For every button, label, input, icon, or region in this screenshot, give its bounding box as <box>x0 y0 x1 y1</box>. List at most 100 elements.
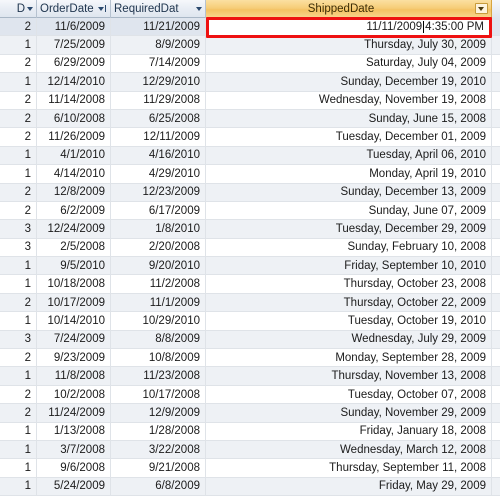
cell-shippeddate[interactable]: Wednesday, November 19, 2008 <box>206 91 492 109</box>
cell-next-partial[interactable] <box>492 220 500 238</box>
cell-shippeddate[interactable]: Thursday, July 30, 2009 <box>206 36 492 54</box>
cell-requireddate[interactable]: 12/11/2009 <box>111 128 206 146</box>
cell-id[interactable]: 1 <box>0 477 37 496</box>
cell-shippeddate[interactable]: Monday, September 28, 2009 <box>206 349 492 367</box>
table-row[interactable]: 1 12/14/2010 12/29/2010 Sunday, December 19… <box>0 73 500 92</box>
cell-requireddate[interactable]: 12/9/2009 <box>111 404 206 422</box>
cell-requireddate[interactable]: 10/29/2010 <box>111 312 206 330</box>
cell-next-partial[interactable] <box>492 330 500 349</box>
cell-shippeddate-editing[interactable]: 11/11/2009 4:35:00 PM <box>206 18 492 36</box>
cell-id[interactable]: 2 <box>0 349 37 367</box>
cell-id[interactable]: 1 <box>0 440 37 459</box>
cell-shippeddate[interactable]: Friday, September 10, 2010 <box>206 257 492 275</box>
table-row[interactable]: 2 11/6/2009 11/21/2009 11/11/2009 4:35:00 P… <box>0 18 500 37</box>
cell-requireddate[interactable]: 12/29/2010 <box>111 73 206 91</box>
cell-orderdate[interactable]: 7/25/2009 <box>37 36 111 54</box>
column-header-requireddate[interactable]: RequiredDat <box>111 0 206 18</box>
table-row[interactable]: 2 10/17/2009 11/1/2009 Thursday, October 22… <box>0 293 500 313</box>
cell-next-partial[interactable] <box>492 440 500 459</box>
cell-orderdate[interactable]: 11/14/2008 <box>37 91 111 109</box>
cell-orderdate[interactable]: 4/14/2010 <box>37 165 111 183</box>
chevron-down-icon[interactable] <box>196 5 202 13</box>
table-row[interactable]: 3 12/24/2009 1/8/2010 Tuesday, December 29,… <box>0 220 500 239</box>
table-row[interactable]: 1 10/18/2008 11/2/2008 Thursday, October 23… <box>0 275 500 294</box>
cell-shippeddate[interactable]: Tuesday, December 01, 2009 <box>206 128 492 146</box>
table-row[interactable]: 1 9/6/2008 9/21/2008 Thursday, September 11… <box>0 459 500 478</box>
sort-descending-icon[interactable] <box>96 4 107 15</box>
cell-id[interactable]: 3 <box>0 330 37 349</box>
cell-requireddate[interactable]: 1/28/2008 <box>111 422 206 440</box>
cell-id[interactable]: 2 <box>0 293 37 312</box>
cell-requireddate[interactable]: 1/8/2010 <box>111 220 206 238</box>
cell-next-partial[interactable] <box>492 257 500 275</box>
table-row[interactable]: 1 9/5/2010 9/20/2010 Friday, September 10, … <box>0 257 500 276</box>
cell-requireddate[interactable]: 6/25/2008 <box>111 109 206 128</box>
cell-orderdate[interactable]: 11/26/2009 <box>37 128 111 146</box>
cell-orderdate[interactable]: 10/14/2010 <box>37 312 111 330</box>
cell-shippeddate[interactable]: Tuesday, October 19, 2010 <box>206 312 492 330</box>
table-row[interactable]: 3 7/24/2009 8/8/2009 Wednesday, July 29, 20… <box>0 330 500 350</box>
cell-shippeddate[interactable]: Friday, January 18, 2008 <box>206 422 492 440</box>
cell-shippeddate[interactable]: Saturday, July 04, 2009 <box>206 54 492 73</box>
cell-requireddate[interactable]: 4/29/2010 <box>111 165 206 183</box>
cell-orderdate[interactable]: 6/10/2008 <box>37 109 111 128</box>
cell-next-partial[interactable] <box>492 36 500 54</box>
cell-orderdate[interactable]: 12/24/2009 <box>37 220 111 238</box>
cell-shippeddate[interactable]: Tuesday, December 29, 2009 <box>206 220 492 238</box>
cell-orderdate[interactable]: 7/24/2009 <box>37 330 111 349</box>
cell-shippeddate[interactable]: Monday, April 19, 2010 <box>206 165 492 183</box>
cell-orderdate[interactable]: 1/13/2008 <box>37 422 111 440</box>
cell-next-partial[interactable] <box>492 109 500 128</box>
chevron-down-icon[interactable] <box>27 5 33 13</box>
table-row[interactable]: 2 6/29/2009 7/14/2009 Saturday, July 04, 20… <box>0 54 500 74</box>
cell-id[interactable]: 1 <box>0 312 37 330</box>
cell-requireddate[interactable]: 8/8/2009 <box>111 330 206 349</box>
cell-shippeddate[interactable]: Thursday, September 11, 2008 <box>206 459 492 477</box>
cell-requireddate[interactable]: 11/2/2008 <box>111 275 206 293</box>
cell-id[interactable]: 2 <box>0 128 37 146</box>
cell-id[interactable]: 1 <box>0 73 37 91</box>
cell-orderdate[interactable]: 9/23/2009 <box>37 349 111 367</box>
column-header-id[interactable]: D <box>0 0 37 18</box>
cell-requireddate[interactable]: 4/16/2010 <box>111 146 206 165</box>
table-row[interactable]: 1 11/8/2008 11/23/2008 Thursday, November 1… <box>0 367 500 386</box>
cell-orderdate[interactable]: 9/6/2008 <box>37 459 111 477</box>
cell-next-partial[interactable] <box>492 477 500 496</box>
table-row[interactable]: 2 11/14/2008 11/29/2008 Wednesday, November… <box>0 91 500 110</box>
table-row[interactable]: 2 11/26/2009 12/11/2009 Tuesday, December 0… <box>0 128 500 147</box>
filter-dropdown-icon[interactable] <box>475 2 488 16</box>
cell-id[interactable]: 1 <box>0 459 37 477</box>
cell-id[interactable]: 2 <box>0 404 37 422</box>
table-row[interactable]: 1 5/24/2009 6/8/2009 Friday, May 29, 2009 <box>0 477 500 497</box>
cell-next-partial[interactable] <box>492 422 500 440</box>
cell-requireddate[interactable]: 11/29/2008 <box>111 91 206 109</box>
cell-id[interactable]: 2 <box>0 385 37 404</box>
column-header-orderdate[interactable]: OrderDate <box>37 0 111 18</box>
cell-id[interactable]: 3 <box>0 220 37 238</box>
cell-id[interactable]: 2 <box>0 54 37 73</box>
cell-next-partial[interactable] <box>492 238 500 257</box>
cell-id[interactable]: 2 <box>0 201 37 220</box>
cell-orderdate[interactable]: 3/7/2008 <box>37 440 111 459</box>
cell-next-partial[interactable] <box>492 91 500 109</box>
cell-next-partial[interactable] <box>492 349 500 367</box>
table-row[interactable]: 2 12/8/2009 12/23/2009 Sunday, December 13,… <box>0 183 500 202</box>
cell-id[interactable]: 2 <box>0 109 37 128</box>
cell-shippeddate[interactable]: Tuesday, April 06, 2010 <box>206 146 492 165</box>
table-row[interactable]: 1 3/7/2008 3/22/2008 Wednesday, March 12, 2… <box>0 440 500 460</box>
cell-requireddate[interactable]: 12/23/2009 <box>111 183 206 201</box>
cell-id[interactable]: 2 <box>0 91 37 109</box>
cell-id[interactable]: 1 <box>0 257 37 275</box>
cell-orderdate[interactable]: 11/6/2009 <box>37 18 111 36</box>
cell-next-partial[interactable] <box>492 54 500 73</box>
cell-requireddate[interactable]: 8/9/2009 <box>111 36 206 54</box>
cell-orderdate[interactable]: 11/24/2009 <box>37 404 111 422</box>
cell-orderdate[interactable]: 12/14/2010 <box>37 73 111 91</box>
cell-shippeddate[interactable]: Sunday, February 10, 2008 <box>206 238 492 257</box>
cell-next-partial[interactable] <box>492 385 500 404</box>
cell-id[interactable]: 1 <box>0 146 37 165</box>
cell-shippeddate[interactable]: Sunday, December 19, 2010 <box>206 73 492 91</box>
table-row[interactable]: 2 6/10/2008 6/25/2008 Sunday, June 15, 2008 <box>0 109 500 129</box>
table-row[interactable]: 2 6/2/2009 6/17/2009 Sunday, June 07, 2009 <box>0 201 500 221</box>
cell-next-partial[interactable] <box>492 183 500 201</box>
